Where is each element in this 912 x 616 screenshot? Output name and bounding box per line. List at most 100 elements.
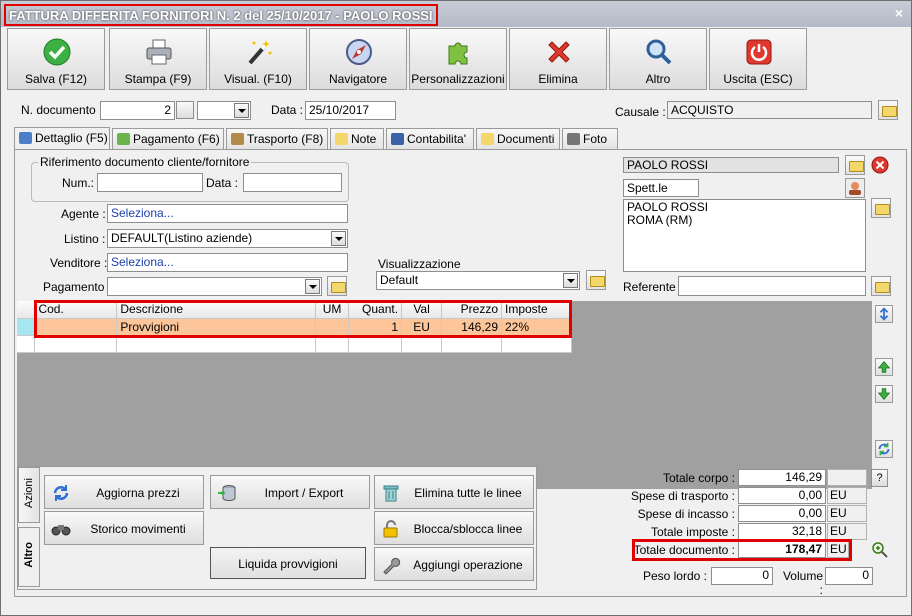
print-button[interactable]: Stampa (F9)	[109, 28, 207, 90]
arrow-up-icon[interactable]	[875, 358, 893, 376]
peso-lordo-input[interactable]: 0	[711, 567, 773, 585]
cell-descrizione[interactable]	[116, 335, 317, 353]
wrench-icon	[383, 557, 401, 575]
cell-prezzo[interactable]	[441, 335, 502, 353]
tab-foto[interactable]: Foto	[562, 128, 618, 150]
tab-pagamento[interactable]: Pagamento (F6)	[112, 128, 224, 150]
col-cod[interactable]: Cod.	[34, 301, 118, 319]
customize-button[interactable]: Personalizzazioni	[409, 28, 507, 90]
zoom-in-icon[interactable]	[871, 541, 889, 559]
ndoc-input[interactable]: 2	[100, 101, 175, 120]
volume-input[interactable]: 0	[825, 567, 873, 585]
truck-icon	[231, 133, 244, 145]
tab-contabilita[interactable]: Contabilita'	[386, 128, 474, 150]
movement-history-button[interactable]: Storico movimenti	[44, 511, 204, 545]
delete-label: Elimina	[538, 72, 578, 86]
tab-dettaglio[interactable]: Dettaglio (F5)	[14, 127, 110, 150]
liquidate-commissions-button[interactable]: Liquida provvigioni	[210, 547, 366, 579]
help-button[interactable]: ?	[871, 469, 888, 487]
ndoc-suffix-select[interactable]	[197, 101, 251, 120]
tab-documenti[interactable]: Documenti	[476, 128, 560, 150]
venditore-input[interactable]: Seleziona...	[107, 253, 348, 272]
visualizzazione-select[interactable]: Default	[376, 271, 580, 290]
causale-folder-icon[interactable]	[878, 100, 898, 120]
causale-input[interactable]: ACQUISTO	[667, 101, 872, 119]
cell-um[interactable]	[315, 335, 350, 353]
col-descrizione[interactable]: Descrizione	[116, 301, 317, 319]
user-search-icon[interactable]	[845, 178, 865, 198]
cell-cod[interactable]	[34, 318, 118, 336]
visualizzazione-folder-icon[interactable]	[586, 270, 606, 290]
vtab-azioni[interactable]: Azioni	[18, 467, 40, 523]
volume-label: Volume :	[782, 569, 823, 597]
chevron-down-icon[interactable]	[563, 273, 578, 288]
move-top-icon[interactable]	[875, 305, 893, 323]
col-quant[interactable]: Quant.	[348, 301, 403, 319]
cell-quant[interactable]	[348, 335, 403, 353]
address-folder-icon[interactable]	[871, 198, 891, 218]
col-prezzo[interactable]: Prezzo	[441, 301, 502, 319]
cell-val[interactable]: EU	[401, 318, 443, 336]
col-um[interactable]: UM	[315, 301, 350, 319]
delete-x-icon	[548, 41, 570, 63]
pagamento-select[interactable]	[107, 277, 322, 296]
delete-button[interactable]: Elimina	[509, 28, 607, 90]
cell-descrizione[interactable]: Provvigioni	[116, 318, 317, 336]
client-address-box[interactable]: PAOLO ROSSI ROMA (RM)	[623, 199, 866, 272]
navigator-button[interactable]: Navigatore	[309, 28, 407, 90]
date-input[interactable]: 25/10/2017	[305, 101, 396, 120]
referente-folder-icon[interactable]	[871, 276, 891, 296]
listino-select[interactable]: DEFAULT(Listino aziende)	[107, 229, 348, 248]
chevron-down-icon[interactable]	[331, 231, 346, 246]
cell-val[interactable]	[401, 335, 443, 353]
client-title-input[interactable]: Spett.le	[623, 179, 699, 197]
import-export-button[interactable]: Import / Export	[210, 475, 370, 509]
col-val[interactable]: Val	[401, 301, 443, 319]
close-icon[interactable]: ×	[895, 5, 903, 21]
ndoc-spin-button[interactable]	[176, 101, 194, 119]
cell-um[interactable]	[315, 318, 350, 336]
compass-icon	[346, 39, 372, 65]
cell-quant[interactable]: 1	[348, 318, 403, 336]
table-row-empty[interactable]	[17, 335, 572, 353]
movement-history-label: Storico movimenti	[90, 522, 186, 536]
refresh-grid-icon[interactable]	[875, 440, 893, 458]
ref-num-input[interactable]	[97, 173, 203, 192]
power-icon	[746, 39, 772, 65]
view-button[interactable]: Visual. (F10)	[209, 28, 307, 90]
riferimento-group: Riferimento documento cliente/fornitore …	[31, 155, 349, 202]
remove-client-icon[interactable]	[871, 156, 889, 174]
arrow-down-icon[interactable]	[875, 385, 893, 403]
totale-imposte-label: Totale imposte :	[650, 525, 735, 539]
lines-grid[interactable]: Cod. Descrizione UM Quant. Val Prezzo Im…	[17, 301, 872, 489]
chevron-down-icon[interactable]	[305, 279, 320, 294]
client-folder-icon[interactable]	[845, 155, 865, 175]
cell-cod[interactable]	[34, 335, 118, 353]
folder-icon	[481, 133, 494, 145]
col-imposte[interactable]: Imposte	[501, 301, 572, 319]
cell-imposte[interactable]	[501, 335, 572, 353]
visualizzazione-legend: Visualizzazione	[376, 257, 463, 271]
save-button[interactable]: Salva (F12)	[7, 28, 105, 90]
cell-prezzo[interactable]: 146,29	[441, 318, 502, 336]
table-row[interactable]: Provvigioni 1 EU 146,29 22%	[17, 318, 572, 336]
view-label: Visual. (F10)	[224, 72, 292, 86]
tab-note[interactable]: Note	[330, 128, 384, 150]
pagamento-folder-icon[interactable]	[327, 276, 347, 296]
exit-button[interactable]: Uscita (ESC)	[709, 28, 807, 90]
vtab-altro[interactable]: Altro	[18, 527, 40, 587]
delete-all-lines-button[interactable]: Elimina tutte le linee	[374, 475, 534, 509]
tab-trasporto[interactable]: Trasporto (F8)	[226, 128, 328, 150]
add-operation-button[interactable]: Aggiungi operazione	[374, 547, 534, 581]
lock-lines-button[interactable]: Blocca/sblocca linee	[374, 511, 534, 545]
ref-num-label: Num.:	[62, 176, 95, 190]
agente-input[interactable]: Seleziona...	[107, 204, 348, 223]
ref-date-input[interactable]	[243, 173, 342, 192]
cell-imposte[interactable]: 22%	[501, 318, 572, 336]
more-button[interactable]: Altro	[609, 28, 707, 90]
totale-documento-label: Totale documento :	[633, 543, 735, 557]
update-prices-button[interactable]: Aggiorna prezzi	[44, 475, 204, 509]
totale-imposte-currency: EU	[827, 523, 867, 540]
referente-input[interactable]	[678, 276, 866, 296]
chevron-down-icon[interactable]	[234, 103, 249, 118]
